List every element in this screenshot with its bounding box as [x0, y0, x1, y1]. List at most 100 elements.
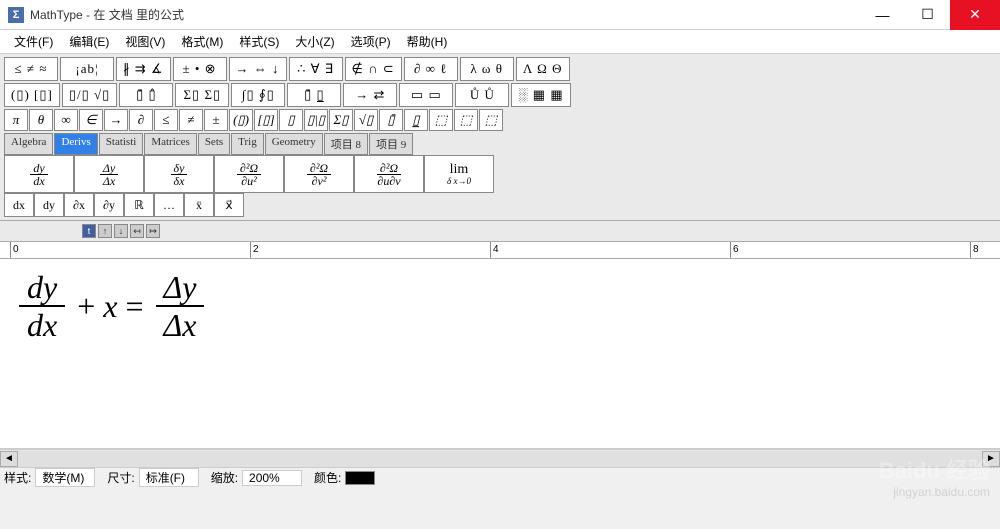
fraction-2[interactable]: Δy Δx [156, 269, 205, 343]
palette1-2[interactable]: ∦ ⇉ ∡ [116, 57, 171, 81]
tab-derivs[interactable]: Derivs [54, 133, 97, 155]
smallbtn-5[interactable]: ∂ [129, 109, 153, 131]
smallbtn-4[interactable]: → [104, 109, 128, 131]
palette2-4[interactable]: ∫▯ ∮▯ [231, 83, 285, 107]
size-label: 尺寸: [107, 469, 134, 486]
smallbtn-16[interactable]: ▯̲ [404, 109, 428, 131]
smallbtn-18[interactable]: ⬚ [454, 109, 478, 131]
smallbtn-11[interactable]: ▯ [279, 109, 303, 131]
nav-btn-3[interactable]: ↤ [130, 224, 144, 238]
smallbtn-0[interactable]: π [4, 109, 28, 131]
ruler-mark-0: 0 [13, 244, 19, 255]
smallbtn-3[interactable]: ∈ [79, 109, 103, 131]
menu-1[interactable]: 编辑(E) [61, 30, 117, 53]
palette1-4[interactable]: → ⇔ ↓ [229, 57, 287, 81]
smallbtn-8[interactable]: ± [204, 109, 228, 131]
smallbtn-10[interactable]: [▯] [254, 109, 278, 131]
style-value[interactable]: 数学(M) [35, 468, 95, 487]
zoom-value[interactable]: 200% [242, 470, 302, 486]
smallbtn-2[interactable]: ∞ [54, 109, 78, 131]
scroll-right-icon[interactable]: ► [982, 451, 1000, 467]
color-label: 颜色: [314, 469, 341, 486]
deriv-small-0[interactable]: dx [4, 193, 34, 217]
tab-geometry[interactable]: Geometry [265, 133, 323, 155]
color-swatch[interactable] [345, 471, 375, 485]
deriv-template-4[interactable]: ∂²Ω∂v² [284, 155, 354, 193]
nav-btn-1[interactable]: ↑ [98, 224, 112, 238]
close-button[interactable]: ✕ [950, 0, 1000, 30]
menu-7[interactable]: 帮助(H) [399, 30, 456, 53]
deriv-small-1[interactable]: dy [34, 193, 64, 217]
menu-5[interactable]: 大小(Z) [287, 30, 342, 53]
smallbtn-7[interactable]: ≠ [179, 109, 203, 131]
plus-op: + [77, 288, 95, 325]
menu-2[interactable]: 视图(V) [117, 30, 173, 53]
horizontal-scrollbar[interactable]: ◄ ► [0, 449, 1000, 467]
palette1-5[interactable]: ∴ ∀ ∃ [289, 57, 343, 81]
tab-sets[interactable]: Sets [198, 133, 230, 155]
deriv-small-3[interactable]: ∂y [94, 193, 124, 217]
tab-项目 9[interactable]: 项目 9 [369, 133, 413, 155]
palette1-1[interactable]: ¡ab¦ [60, 57, 114, 81]
palette2-0[interactable]: (▯) [▯] [4, 83, 60, 107]
deriv-template-2[interactable]: δyδx [144, 155, 214, 193]
ruler-mark-6: 6 [733, 244, 739, 255]
palette1-9[interactable]: Λ Ω Θ [516, 57, 570, 81]
lim-template[interactable]: limδ x→0 [424, 155, 494, 193]
palette2-9[interactable]: ░ ▦ ▦ [511, 83, 570, 107]
smallbtn-13[interactable]: Σ▯ [329, 109, 353, 131]
menu-0[interactable]: 文件(F) [6, 30, 61, 53]
palette2-3[interactable]: Σ▯ Σ▯ [175, 83, 229, 107]
smallbtn-6[interactable]: ≤ [154, 109, 178, 131]
fraction-1[interactable]: dy dx [19, 269, 65, 343]
nav-btn-2[interactable]: ↓ [114, 224, 128, 238]
palette1-6[interactable]: ∉ ∩ ⊂ [345, 57, 402, 81]
palette2-5[interactable]: ▯̄ ▯̲ [287, 83, 341, 107]
tab-项目 8[interactable]: 项目 8 [324, 133, 368, 155]
maximize-button[interactable]: ☐ [905, 0, 950, 30]
smallbtn-17[interactable]: ⬚ [429, 109, 453, 131]
smallbtn-12[interactable]: ▯|▯ [304, 109, 328, 131]
palette2-6[interactable]: → ⇄ [343, 83, 397, 107]
size-value[interactable]: 标准(F) [139, 468, 199, 487]
palette1-3[interactable]: ± • ⊗ [173, 57, 227, 81]
scroll-left-icon[interactable]: ◄ [0, 451, 18, 467]
deriv-template-0[interactable]: dydx [4, 155, 74, 193]
deriv-template-1[interactable]: ΔyΔx [74, 155, 144, 193]
nav-btn-4[interactable]: ↦ [146, 224, 160, 238]
smallbtn-1[interactable]: θ [29, 109, 53, 131]
ruler-mark-4: 4 [493, 244, 499, 255]
smallbtn-15[interactable]: ▯̄ [379, 109, 403, 131]
zoom-label: 缩放: [211, 469, 238, 486]
menu-3[interactable]: 格式(M) [173, 30, 231, 53]
deriv-small-6[interactable]: ẍ [184, 193, 214, 217]
equation-canvas[interactable]: dy dx + x = Δy Δx [0, 259, 1000, 449]
tab-trig[interactable]: Trig [231, 133, 264, 155]
palette2-8[interactable]: Ů Ů [455, 83, 509, 107]
palette1-8[interactable]: λ ω θ [460, 57, 514, 81]
smallbtn-19[interactable]: ⬚ [479, 109, 503, 131]
deriv-small-7[interactable]: x⃗ [214, 193, 244, 217]
tab-statisti[interactable]: Statisti [99, 133, 144, 155]
palette2-7[interactable]: ▭ ▭ [399, 83, 453, 107]
deriv-small-5[interactable]: … [154, 193, 184, 217]
tab-algebra[interactable]: Algebra [4, 133, 53, 155]
palette1-7[interactable]: ∂ ∞ ℓ [404, 57, 458, 81]
deriv-small-4[interactable]: ℝ [124, 193, 154, 217]
menu-4[interactable]: 样式(S) [231, 30, 287, 53]
equals-op: = [125, 288, 143, 325]
menu-6[interactable]: 选项(P) [343, 30, 399, 53]
deriv-small-2[interactable]: ∂x [64, 193, 94, 217]
tab-matrices[interactable]: Matrices [144, 133, 196, 155]
nav-btn-0[interactable]: t [82, 224, 96, 238]
ruler-mark-2: 2 [253, 244, 259, 255]
smallbtn-9[interactable]: (▯) [229, 109, 253, 131]
deriv-template-3[interactable]: ∂²Ω∂u² [214, 155, 284, 193]
palette1-0[interactable]: ≤ ≠ ≈ [4, 57, 58, 81]
smallbtn-14[interactable]: √▯ [354, 109, 378, 131]
window-title: MathType - 在 文档 里的公式 [30, 6, 860, 23]
minimize-button[interactable]: — [860, 0, 905, 30]
deriv-template-5[interactable]: ∂²Ω∂u∂v [354, 155, 424, 193]
palette2-2[interactable]: ▯̄ ▯̂ [119, 83, 173, 107]
palette2-1[interactable]: ▯/▯ √▯ [62, 83, 117, 107]
